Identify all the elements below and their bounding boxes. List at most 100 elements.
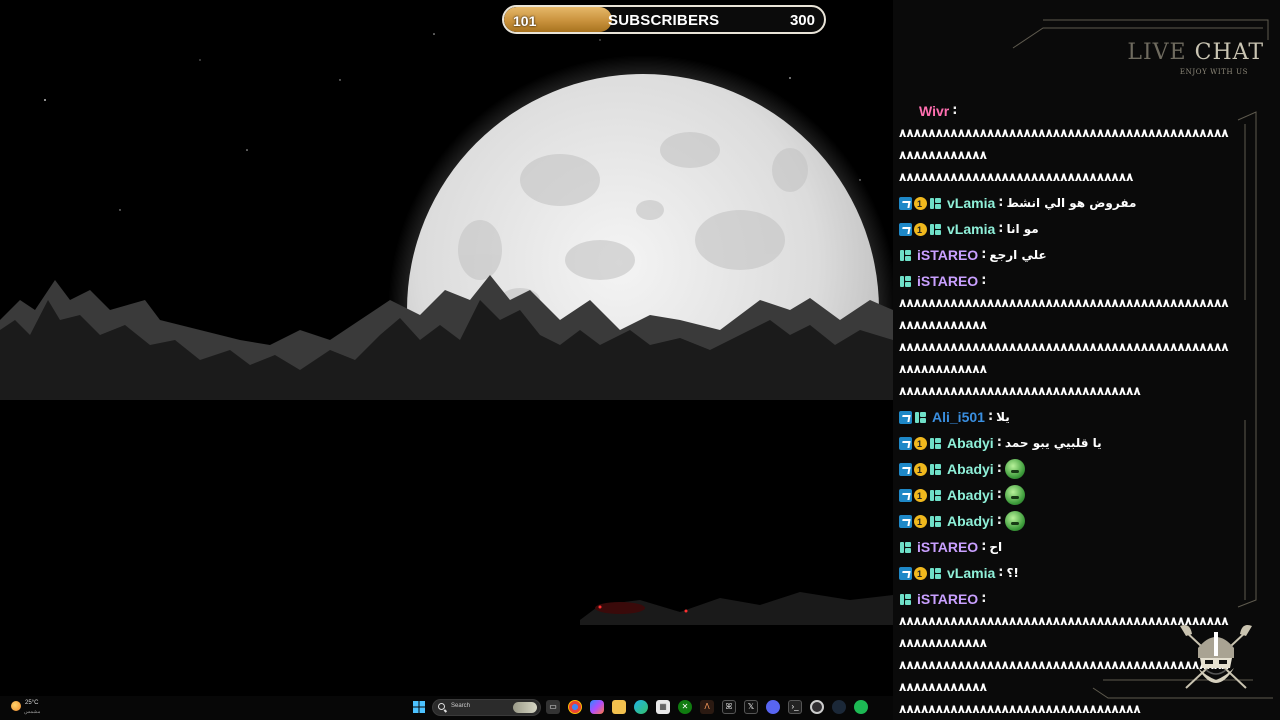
chat-username[interactable]: Wivr: [919, 100, 949, 122]
file-explorer-icon[interactable]: [612, 700, 626, 714]
prime-badge-icon: [899, 462, 912, 476]
chat-username[interactable]: iSTAREO: [917, 536, 978, 558]
chat-message: Abadyi:: [899, 484, 1235, 507]
chat-message-text: مفروض هو الي انشط: [1006, 196, 1137, 210]
subscriber-label: SUBSCRIBERS: [608, 12, 720, 29]
chat-badge-icon: [929, 463, 942, 476]
chat-message: vLamia:!؟: [899, 562, 1235, 585]
chat-badge-icon: [929, 223, 942, 236]
chat-username[interactable]: Ali_i501: [932, 406, 985, 428]
weather-widget[interactable]: 25°C مشمس: [8, 698, 48, 718]
chat-badge-icon: [929, 197, 942, 210]
edge-icon[interactable]: [634, 700, 648, 714]
chat-badge-icon: [899, 249, 912, 262]
subscriber-badge-icon: [914, 563, 927, 585]
chat-username[interactable]: iSTAREO: [917, 244, 978, 266]
chat-separator: :: [981, 591, 987, 606]
xbox-icon[interactable]: ✕: [678, 700, 692, 714]
chat-message: Abadyi:: [899, 458, 1235, 481]
terminal-icon[interactable]: ›_: [788, 700, 802, 714]
chat-message-header: iSTAREO: علي ارجع: [899, 244, 1235, 266]
obs-icon[interactable]: [810, 700, 824, 714]
moon-mountain-scene: [0, 33, 893, 696]
subscriber-badge-icon: [914, 459, 927, 481]
prime-badge-icon: [899, 222, 912, 236]
weather-temperature: 25°C: [25, 700, 39, 706]
chat-separator: :: [996, 487, 1002, 502]
chat-message-header: Abadyi:: [899, 458, 1235, 481]
task-view-icon[interactable]: ▭: [546, 700, 560, 714]
chat-message-text: ٨٨٨٨٨٨٨٨٨٨٨٨٨٨٨٨٨٨٨٨٨٨٨٨٨٨٨٨٨٨٨٨٨٨٨٨٨٨٨٨…: [899, 296, 1231, 332]
chat-message-text: ٨٨٨٨٨٨٨٨٨٨٨٨٨٨٨٨٨٨٨٨٨٨٨٨٨٨٨٨٨٨٨٨٨: [899, 702, 1144, 716]
copilot-icon[interactable]: [590, 700, 604, 714]
chat-separator: :: [998, 565, 1004, 580]
viking-logo-icon: [1180, 625, 1252, 689]
discord-icon[interactable]: [766, 700, 780, 714]
microsoft-store-icon[interactable]: ▦: [656, 700, 670, 714]
chat-separator: :: [987, 409, 994, 424]
search-highlight-image: [513, 702, 537, 713]
chat-username[interactable]: Abadyi: [947, 510, 994, 532]
chat-message: iSTAREO: علي ارجع: [899, 244, 1235, 266]
chat-message-header: vLamia:مو انا: [899, 218, 1235, 241]
chat-message: Wivr:٨٨٨٨٨٨٨٨٨٨٨٨٨٨٨٨٨٨٨٨٨٨٨٨٨٨٨٨٨٨٨٨٨٨٨…: [899, 100, 1235, 188]
sun-icon: [11, 701, 21, 711]
chat-username[interactable]: Abadyi: [947, 432, 994, 454]
affinity-icon[interactable]: Λ: [700, 700, 714, 714]
taskbar: 25°C مشمس Search ▭ ▦ ✕ Λ ꕤ 𝕏 ›_: [0, 696, 893, 720]
chat-badge-icon: [929, 437, 942, 450]
chat-message-text: اح: [989, 540, 1003, 554]
chat-badge-icon: [899, 541, 912, 554]
x-icon[interactable]: 𝕏: [744, 700, 758, 714]
spotify-icon[interactable]: [854, 700, 868, 714]
chat-message-header: Abadyi:يا قلبيي يبو حمد: [899, 432, 1235, 455]
chat-separator: :: [952, 103, 958, 118]
prime-badge-icon: [899, 488, 912, 502]
chat-username[interactable]: vLamia: [947, 192, 995, 214]
steam-icon[interactable]: [832, 700, 846, 714]
chat-message: Abadyi:يا قلبيي يبو حمد: [899, 432, 1235, 455]
chat-message-text: يا قلبيي يبو حمد: [1004, 436, 1102, 450]
chat-badge-icon: [899, 275, 912, 288]
subscriber-goal: 300: [789, 12, 815, 29]
subscriber-badge-icon: [914, 193, 927, 215]
subscriber-count: 101: [513, 13, 537, 29]
chat-separator: :: [996, 461, 1002, 476]
chat-subtitle: ENJOY WITH US: [1179, 68, 1248, 76]
chrome-icon[interactable]: [568, 700, 582, 714]
chat-badge-icon: [929, 515, 942, 528]
chat-message: vLamia:مو انا: [899, 218, 1235, 241]
live-chat-panel: LIVE CHAT ENJOY WITH US Wivr: ٨٨٨٨٨٨٨٨٨٨٨…: [893, 0, 1280, 720]
chat-message-text: !؟: [1006, 566, 1019, 580]
chat-username[interactable]: vLamia: [947, 218, 995, 240]
chat-message-header: Ali_i501: يلا: [899, 406, 1235, 428]
chat-username[interactable]: Abadyi: [947, 484, 994, 506]
chat-message: Ali_i501: يلا: [899, 406, 1235, 428]
chat-message-text: ٨٨٨٨٨٨٨٨٨٨٨٨٨٨٨٨٨٨٨٨٨٨٨٨٨٨٨٨٨٨٨٨: [899, 170, 1136, 184]
chat-separator: :: [981, 273, 987, 288]
taskbar-search[interactable]: Search: [432, 699, 541, 716]
green-face-emote-icon: [1004, 511, 1025, 531]
chat-separator: :: [998, 195, 1004, 210]
chat-badge-icon: [914, 411, 927, 424]
weather-condition: مشمس: [24, 709, 41, 715]
green-face-emote-icon: [1004, 485, 1025, 505]
chat-message-text: يلا: [996, 410, 1010, 424]
chat-username[interactable]: Abadyi: [947, 458, 994, 480]
chat-message: iSTAREO: ٨٨٨٨٨٨٨٨٨٨٨٨٨٨٨٨٨٨٨٨٨٨٨٨٨٨٨٨٨٨٨٨…: [899, 270, 1235, 402]
chat-title-live: LIVE: [1127, 40, 1187, 65]
chat-title: LIVE CHAT: [1127, 40, 1264, 65]
chat-message-text: ٨٨٨٨٨٨٨٨٨٨٨٨٨٨٨٨٨٨٨٨٨٨٨٨٨٨٨٨٨٨٨٨٨٨٨٨٨٨٨٨…: [899, 340, 1231, 376]
chat-message-text: ٨٨٨٨٨٨٨٨٨٨٨٨٨٨٨٨٨٨٨٨٨٨٨٨٨٨٨٨٨٨٨٨٨٨٨٨٨٨٨٨…: [899, 126, 1231, 162]
chat-separator: :: [981, 539, 987, 554]
windows-start-icon[interactable]: [412, 700, 426, 714]
chat-username[interactable]: iSTAREO: [917, 588, 978, 610]
chat-message-header: vLamia:مفروض هو الي انشط: [899, 192, 1235, 215]
prime-badge-icon: [899, 410, 912, 424]
chat-separator: :: [996, 513, 1002, 528]
prime-badge-icon: [899, 196, 912, 210]
chat-username[interactable]: vLamia: [947, 562, 995, 584]
capcut-icon[interactable]: ꕤ: [722, 700, 736, 714]
chat-username[interactable]: iSTAREO: [917, 270, 978, 292]
subscriber-badge-icon: [914, 511, 927, 533]
